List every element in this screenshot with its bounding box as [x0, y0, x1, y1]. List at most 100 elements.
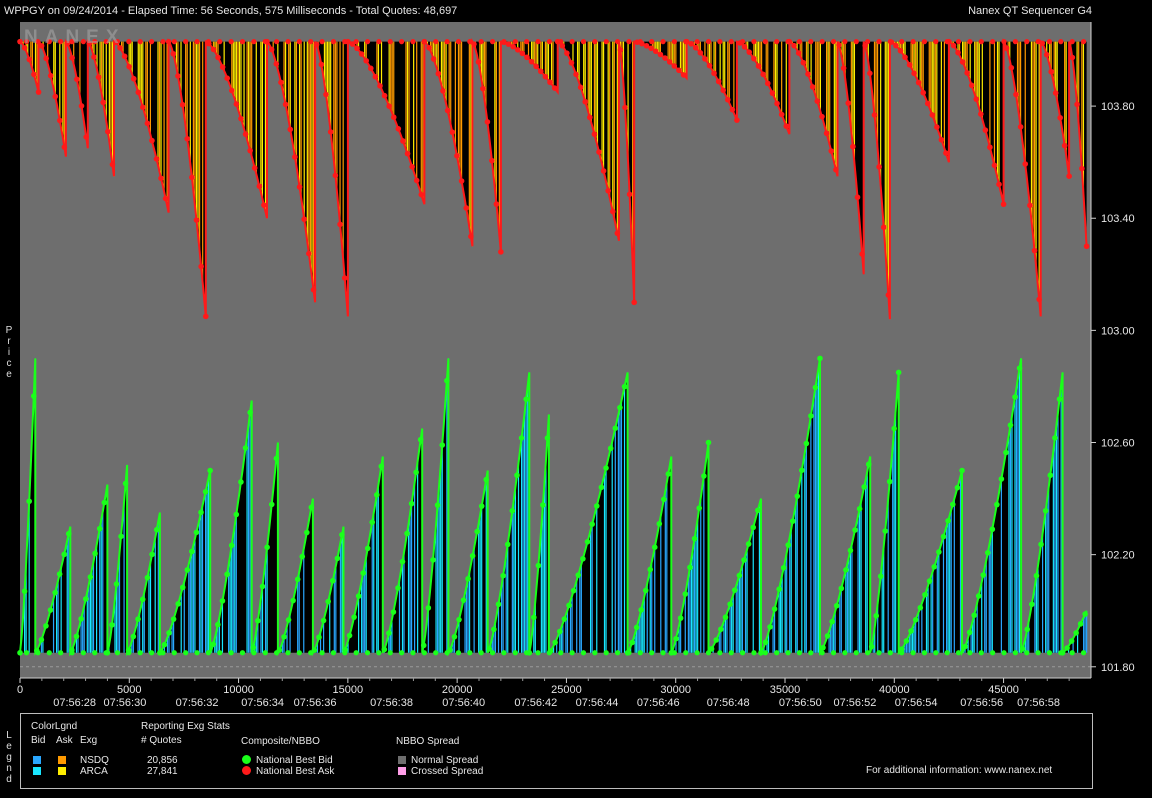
bid-point: [465, 575, 471, 582]
ask-point: [454, 152, 460, 159]
bid-point: [325, 598, 331, 605]
bid-floor-point: [171, 650, 177, 656]
ask-point: [573, 71, 579, 78]
ask-point: [1052, 90, 1059, 96]
ask-point: [819, 113, 825, 120]
bid-point: [381, 646, 388, 653]
quotes-column-header: # Quotes: [141, 735, 182, 746]
ask-point: [715, 78, 722, 85]
ask-ceiling-point: [739, 39, 746, 45]
bid-floor-point: [35, 650, 41, 656]
bid-point: [656, 520, 663, 527]
bid-point: [346, 632, 353, 639]
ask-ceiling-point: [148, 39, 155, 45]
ask-point: [968, 82, 975, 89]
bid-point: [193, 529, 200, 536]
ask-point: [121, 53, 128, 60]
ask-point: [605, 187, 611, 194]
bid-point: [612, 425, 619, 431]
ask-point: [769, 90, 776, 96]
x-tick-label: 15000: [333, 684, 364, 696]
ask-ceiling-point: [728, 39, 734, 45]
ask-point: [261, 202, 267, 208]
arca-bid-swatch: [33, 767, 41, 775]
ask-point: [920, 89, 927, 96]
ask-ceiling-point: [1035, 39, 1041, 45]
ask-point: [973, 96, 980, 102]
bid-point: [264, 544, 270, 551]
bid-point: [417, 436, 424, 443]
ask-ceiling-point: [376, 39, 382, 45]
ask-point: [386, 103, 392, 109]
ask-ceiling-point: [1058, 39, 1064, 45]
bid-point: [838, 585, 845, 592]
ask-ceiling-point: [160, 39, 166, 45]
y-tick-label: 103.00: [1101, 325, 1135, 337]
bid-point: [334, 555, 341, 562]
ask-point: [751, 55, 757, 62]
bid-point: [651, 544, 658, 551]
bid-point: [1003, 449, 1009, 456]
bid-point: [803, 440, 810, 447]
ask-point: [854, 194, 861, 201]
bid-point: [824, 633, 831, 639]
ask-point: [498, 249, 504, 255]
ask-ceiling-point: [626, 39, 632, 45]
ask-ceiling-point: [671, 39, 678, 45]
bid-point: [877, 573, 884, 580]
bid-point: [584, 539, 591, 545]
bid-point: [701, 473, 707, 479]
bid-floor-point: [705, 650, 712, 656]
bid-point: [718, 626, 724, 633]
bid-floor-point: [69, 650, 75, 656]
bid-point: [390, 609, 397, 615]
bid-floor-point: [148, 650, 155, 656]
ask-ceiling-point: [467, 39, 473, 45]
ask-ceiling-point: [524, 39, 530, 45]
bid-point: [638, 607, 644, 613]
bid-point: [210, 641, 217, 648]
ask-point: [210, 46, 217, 53]
ask-ceiling-point: [660, 39, 666, 45]
ask-ceiling-point: [1080, 39, 1087, 45]
ask-point: [893, 42, 899, 49]
y-tick-label: 102.20: [1101, 550, 1135, 562]
ask-point: [1008, 64, 1015, 71]
bid-floor-point: [478, 650, 484, 656]
bid-point: [304, 529, 310, 536]
legend-side-label-char: L: [6, 730, 12, 741]
bid-point: [922, 591, 928, 598]
bid-floor-point: [1046, 650, 1053, 656]
ask-point: [876, 164, 882, 170]
bid-point: [1056, 396, 1063, 402]
bid-point: [369, 519, 376, 526]
ask-point: [354, 45, 360, 52]
bid-floor-point: [830, 650, 837, 656]
ask-point: [537, 68, 544, 75]
ask-point: [680, 72, 687, 78]
bid-point: [917, 604, 924, 611]
bid-floor-point: [899, 650, 905, 656]
ask-point: [273, 61, 280, 67]
ask-point: [1083, 243, 1090, 250]
bid-point: [962, 643, 968, 650]
bid-floor-point: [410, 650, 416, 656]
bid-point: [531, 614, 537, 621]
bid-floor-point: [330, 650, 337, 656]
ask-point: [666, 59, 673, 65]
bid-point: [682, 591, 689, 597]
bid-point: [189, 548, 195, 555]
ask-point: [341, 275, 348, 281]
bid-point: [731, 587, 738, 593]
bid-point: [833, 602, 840, 609]
bid-floor-point: [535, 650, 541, 656]
ask-point: [1022, 161, 1029, 167]
bid-point: [895, 369, 902, 376]
bid-floor-point: [1024, 650, 1030, 656]
ask-point: [991, 162, 998, 169]
ask-point: [413, 177, 420, 184]
ask-point: [158, 175, 164, 182]
time-tick-label: 07:56:52: [834, 697, 877, 709]
bid-point: [566, 602, 572, 609]
ask-point: [318, 61, 325, 68]
